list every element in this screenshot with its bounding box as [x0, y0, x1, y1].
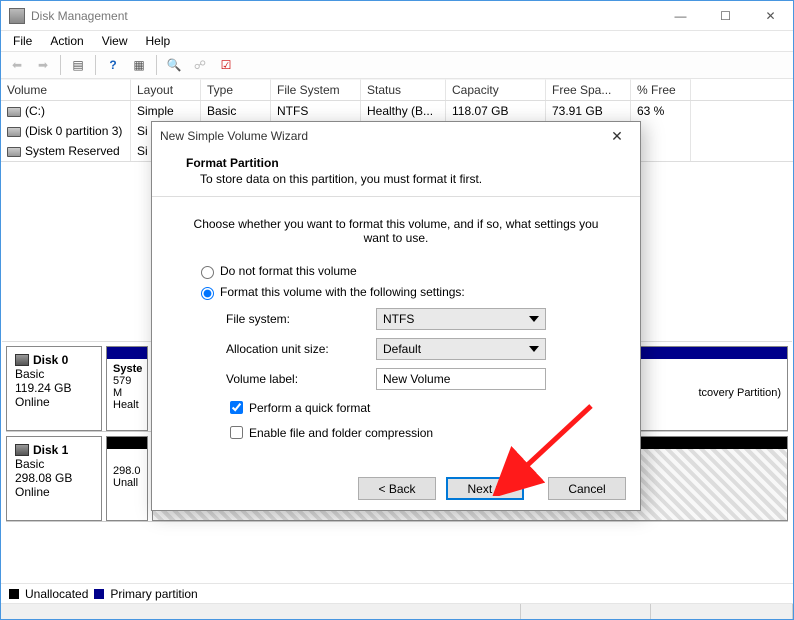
menu-help[interactable]: Help: [138, 32, 179, 50]
col-volume[interactable]: Volume: [1, 79, 131, 100]
legend-swatch-unallocated: [9, 589, 19, 599]
statusbar: [1, 603, 793, 619]
disk-icon: [15, 444, 29, 456]
cancel-button[interactable]: Cancel: [548, 477, 626, 500]
settings-icon[interactable]: ▦: [127, 54, 151, 76]
legend-swatch-primary: [94, 589, 104, 599]
action1-icon: ☍: [188, 54, 212, 76]
app-icon: [9, 8, 25, 24]
col-status[interactable]: Status: [361, 79, 446, 100]
new-simple-volume-wizard: New Simple Volume Wizard ✕ Format Partit…: [151, 121, 641, 511]
partition[interactable]: 298.0Unall: [106, 436, 148, 521]
legend-label: Primary partition: [110, 587, 197, 601]
next-button[interactable]: Next >: [446, 477, 524, 500]
col-pctfree[interactable]: % Free: [631, 79, 691, 100]
col-layout[interactable]: Layout: [131, 79, 201, 100]
radio-no-format-label[interactable]: Do not format this volume: [220, 264, 357, 278]
wizard-heading: Format Partition: [186, 156, 279, 170]
label-filesystem: File system:: [226, 312, 376, 326]
partition-bar: [107, 347, 147, 359]
menu-view[interactable]: View: [94, 32, 136, 50]
partition[interactable]: Syste579 MHealt: [106, 346, 148, 431]
menubar: File Action View Help: [1, 31, 793, 51]
legend-label: Unallocated: [25, 587, 88, 601]
drive-icon: [7, 147, 21, 157]
wizard-title: New Simple Volume Wizard: [160, 129, 602, 143]
radio-format-label[interactable]: Format this volume with the following se…: [220, 285, 465, 299]
partition-bar: [107, 437, 147, 449]
check-icon[interactable]: ☑: [214, 54, 238, 76]
drive-icon: [7, 107, 21, 117]
checkbox-quick-format[interactable]: [230, 401, 243, 414]
help-icon[interactable]: ?: [101, 54, 125, 76]
col-type[interactable]: Type: [201, 79, 271, 100]
col-free[interactable]: Free Spa...: [546, 79, 631, 100]
col-capacity[interactable]: Capacity: [446, 79, 546, 100]
select-allocation-unit[interactable]: Default: [376, 338, 546, 360]
volume-list-header: Volume Layout Type File System Status Ca…: [1, 79, 793, 101]
forward-icon: ➡: [31, 54, 55, 76]
disk-icon: [15, 354, 29, 366]
back-button[interactable]: < Back: [358, 477, 436, 500]
toolbar: ⬅ ➡ ▤ ? ▦ 🔍 ☍ ☑: [1, 51, 793, 79]
radio-no-format[interactable]: [201, 266, 214, 279]
select-filesystem[interactable]: NTFS: [376, 308, 546, 330]
col-filesystem[interactable]: File System: [271, 79, 361, 100]
checkbox-compression-label[interactable]: Enable file and folder compression: [249, 426, 433, 440]
label-allocation-unit: Allocation unit size:: [226, 342, 376, 356]
drive-icon: [7, 127, 21, 137]
wizard-subheading: To store data on this partition, you mus…: [200, 172, 482, 186]
volume-row[interactable]: (C:) Simple Basic NTFS Healthy (B... 118…: [1, 101, 793, 121]
wizard-header: Format Partition To store data on this p…: [152, 150, 640, 197]
window-titlebar: Disk Management — ☐ ✕: [1, 1, 793, 31]
wizard-buttons: < Back Next > Cancel: [152, 467, 640, 510]
panes-icon[interactable]: ▤: [66, 54, 90, 76]
input-volume-label[interactable]: [376, 368, 546, 390]
legend: Unallocated Primary partition: [1, 583, 793, 603]
checkbox-compression[interactable]: [230, 426, 243, 439]
disk-info[interactable]: Disk 0 Basic 119.24 GB Online: [6, 346, 102, 431]
close-button[interactable]: ✕: [748, 1, 793, 30]
radio-format[interactable]: [201, 287, 214, 300]
minimize-button[interactable]: —: [658, 1, 703, 30]
menu-action[interactable]: Action: [42, 32, 91, 50]
close-icon[interactable]: ✕: [602, 128, 632, 145]
wizard-intro: Choose whether you want to format this v…: [186, 217, 606, 245]
refresh-icon[interactable]: 🔍: [162, 54, 186, 76]
disk-info[interactable]: Disk 1 Basic 298.08 GB Online: [6, 436, 102, 521]
menu-file[interactable]: File: [5, 32, 40, 50]
back-icon: ⬅: [5, 54, 29, 76]
wizard-titlebar[interactable]: New Simple Volume Wizard ✕: [152, 122, 640, 150]
label-volume-label: Volume label:: [226, 372, 376, 386]
maximize-button[interactable]: ☐: [703, 1, 748, 30]
checkbox-quick-format-label[interactable]: Perform a quick format: [249, 401, 370, 415]
window-title: Disk Management: [31, 9, 658, 23]
